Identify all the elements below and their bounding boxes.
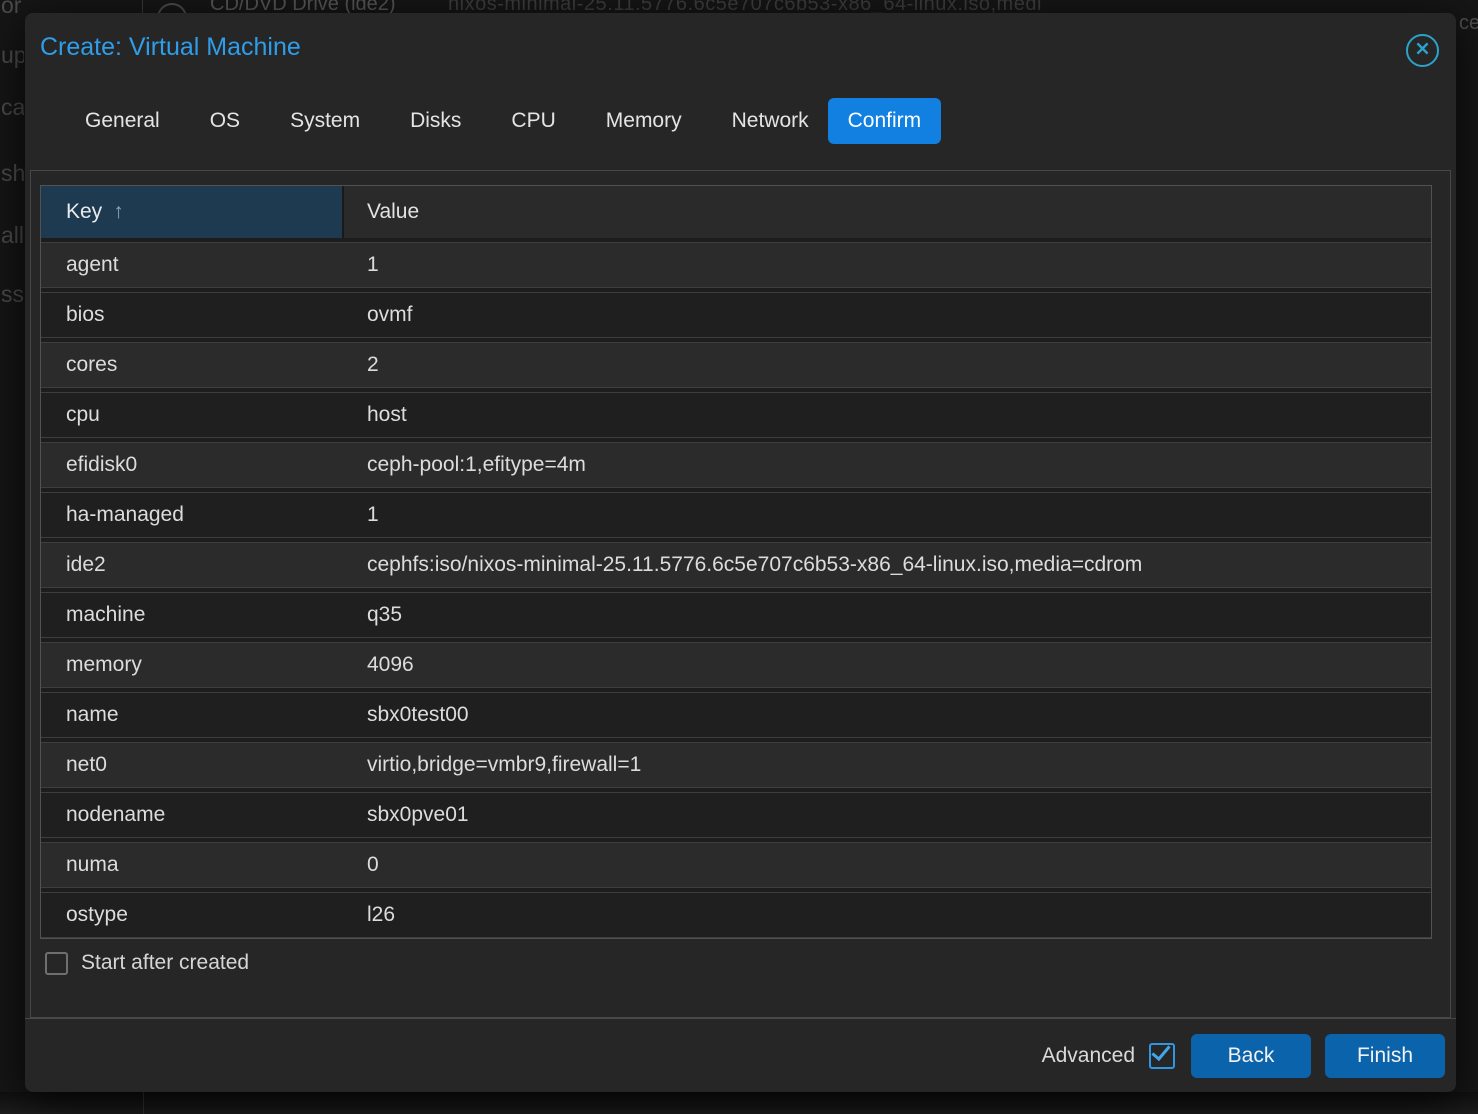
row-value: 0 [344,853,1431,877]
row-key: cpu [41,403,344,427]
row-key: ide2 [41,553,344,577]
row-key: memory [41,653,344,677]
radio-button-icon [157,3,187,13]
tab-general[interactable]: General [60,98,185,144]
table-row[interactable]: memory 4096 [41,642,1431,688]
tab-memory[interactable]: Memory [581,98,707,144]
start-after-created-checkbox[interactable] [45,952,68,975]
row-value: 1 [344,503,1431,527]
row-value: 1 [344,253,1431,277]
backdrop-top-strip: CD/DVD Drive (ide2) nixos-minimal-25.11.… [0,0,1478,13]
table-row[interactable]: efidisk0 ceph-pool:1,efitype=4m [41,442,1431,488]
tab-disks[interactable]: Disks [385,98,486,144]
row-value: sbx0test00 [344,703,1431,727]
backdrop-text-fragment: all [1,222,24,249]
row-value: 2 [344,353,1431,377]
row-value: cephfs:iso/nixos-minimal-25.11.5776.6c5e… [344,553,1431,577]
table-row[interactable]: cpu host [41,392,1431,438]
row-value: virtio,bridge=vmbr9,firewall=1 [344,753,1431,777]
backdrop-text-fragment: ss [1,281,24,308]
start-after-created-label: Start after created [81,951,249,975]
row-value: host [344,403,1431,427]
row-key: net0 [41,753,344,777]
checkmark-icon [1151,1040,1170,1060]
table-row[interactable]: name sbx0test00 [41,692,1431,738]
table-row[interactable]: cores 2 [41,342,1431,388]
tab-confirm[interactable]: Confirm [828,98,942,144]
table-row[interactable]: agent 1 [41,242,1431,288]
backdrop-text-fragment: CD/DVD Drive (ide2) [210,0,396,13]
close-icon [1414,40,1431,62]
backdrop-divider-line [142,0,143,13]
row-value: ovmf [344,303,1431,327]
table-row[interactable]: bios ovmf [41,292,1431,338]
sort-ascending-icon: ↑ [113,200,124,224]
column-header-value[interactable]: Value [344,186,1431,238]
tab-network[interactable]: Network [707,98,834,144]
tab-bar: General OS System Disks CPU Memory Netwo… [60,98,941,144]
dialog-title: Create: Virtual Machine [40,33,301,62]
create-vm-dialog: Create: Virtual Machine General OS Syste… [25,13,1456,1092]
finish-button[interactable]: Finish [1325,1034,1445,1078]
row-key: cores [41,353,344,377]
table-header-row: Key ↑ Value [41,186,1431,238]
dialog-footer: Advanced Back Finish [25,1018,1456,1092]
tab-os[interactable]: OS [185,98,265,144]
table-row[interactable]: nodename sbx0pve01 [41,792,1431,838]
row-value: sbx0pve01 [344,803,1431,827]
confirm-panel: Key ↑ Value agent 1 bios ovmf cores 2 cp [30,170,1451,1018]
row-value: l26 [344,903,1431,927]
row-key: bios [41,303,344,327]
row-value: ceph-pool:1,efitype=4m [344,453,1431,477]
table-row[interactable]: net0 virtio,bridge=vmbr9,firewall=1 [41,742,1431,788]
table-row[interactable]: ha-managed 1 [41,492,1431,538]
backdrop-text-fragment: ca [1,94,24,121]
backdrop-text-fragment: up [1,42,24,69]
advanced-checkbox[interactable] [1149,1043,1175,1069]
row-key: nodename [41,803,344,827]
row-key: numa [41,853,344,877]
backdrop-divider-line [143,1092,144,1114]
start-after-created-option: Start after created [45,951,249,975]
row-key: machine [41,603,344,627]
backdrop-text-fragment: ce [1459,12,1478,35]
tab-cpu[interactable]: CPU [486,98,580,144]
backdrop-left-strip: or up ca sh all ss [0,0,24,1092]
backdrop-bottom-strip [0,1092,1478,1114]
table-row[interactable]: numa 0 [41,842,1431,888]
row-key: ha-managed [41,503,344,527]
row-value: q35 [344,603,1431,627]
close-button[interactable] [1406,34,1439,67]
table-row[interactable]: ide2 cephfs:iso/nixos-minimal-25.11.5776… [41,542,1431,588]
column-header-key-label: Key [66,200,102,224]
table-row[interactable]: ostype l26 [41,892,1431,938]
dialog-titlebar: Create: Virtual Machine [25,13,1456,97]
backdrop-text-fragment: or [1,0,21,19]
row-key: efidisk0 [41,453,344,477]
backdrop-text-fragment: nixos-minimal-25.11.5776.6c5e707c6b53-x8… [448,0,1042,13]
row-value: 4096 [344,653,1431,677]
tab-system[interactable]: System [265,98,385,144]
row-key: agent [41,253,344,277]
table-row[interactable]: machine q35 [41,592,1431,638]
row-key: name [41,703,344,727]
summary-table: Key ↑ Value agent 1 bios ovmf cores 2 cp [40,185,1432,939]
column-header-value-label: Value [367,200,419,224]
back-button[interactable]: Back [1191,1034,1311,1078]
advanced-label: Advanced [1042,1044,1135,1068]
backdrop-text-fragment: sh [1,160,24,187]
row-key: ostype [41,903,344,927]
column-header-key[interactable]: Key ↑ [41,186,344,238]
